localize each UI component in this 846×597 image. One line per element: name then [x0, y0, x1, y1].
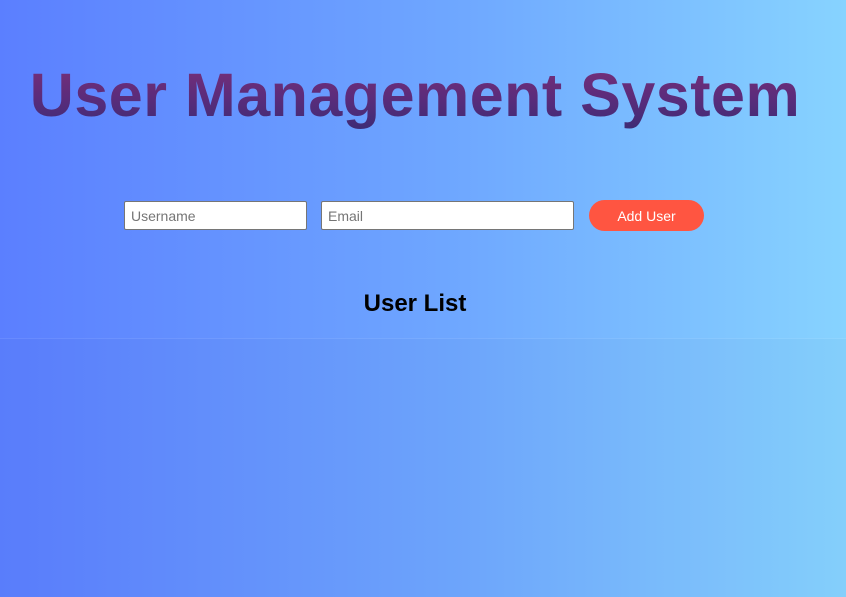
user-list: [0, 339, 846, 597]
username-input[interactable]: [124, 201, 307, 230]
add-user-form: Add User: [124, 200, 704, 231]
user-list-title: User List: [363, 290, 467, 317]
add-user-button[interactable]: Add User: [589, 200, 704, 231]
user-list-section: User List: [0, 0, 846, 339]
email-input[interactable]: [321, 201, 574, 230]
page-title: User Management System: [0, 58, 830, 132]
